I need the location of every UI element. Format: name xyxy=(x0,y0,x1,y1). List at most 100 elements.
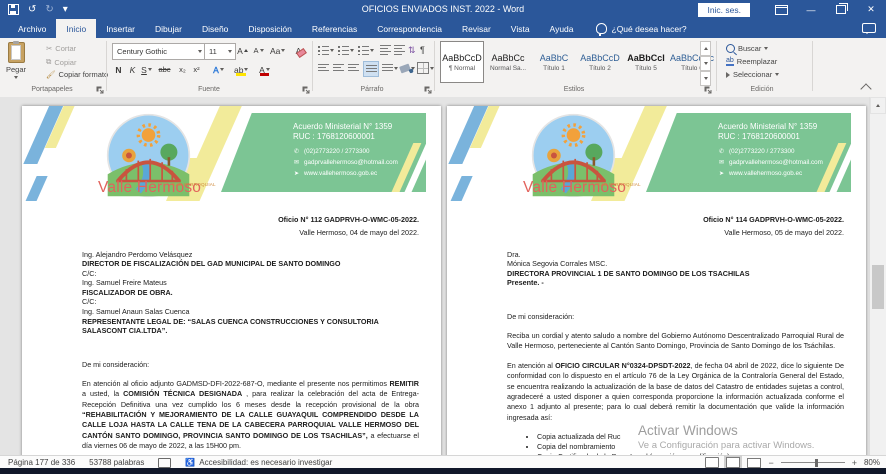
web-layout-icon[interactable] xyxy=(747,458,761,468)
sign-in-button[interactable]: Inic. ses. xyxy=(698,3,750,17)
zoom-in-button[interactable]: + xyxy=(852,458,857,468)
letterhead: Acuerdo Ministerial N° 1359 RUC : 176812… xyxy=(447,106,866,201)
close-button[interactable]: ✕ xyxy=(856,0,886,19)
show-marks-button[interactable]: ¶ xyxy=(420,43,425,57)
underline-button[interactable]: S xyxy=(140,62,153,77)
cut-button[interactable]: ✂Cortar xyxy=(46,44,76,53)
letter-content[interactable]: Oficio N° 114 GADPRVH-O-WMC-05-2022. Val… xyxy=(447,201,866,455)
italic-button[interactable]: K xyxy=(126,62,139,77)
style-t-tulo-1[interactable]: AaBbCTítulo 1 xyxy=(532,41,576,83)
document-canvas[interactable]: Acuerdo Ministerial N° 1359 RUC : 176812… xyxy=(0,97,886,455)
outdent-icon xyxy=(380,45,391,55)
tab-dibujar[interactable]: Dibujar xyxy=(145,19,192,38)
highlight-button[interactable]: ab xyxy=(234,62,248,77)
line-spacing-button[interactable] xyxy=(382,61,398,75)
document-page-1[interactable]: Acuerdo Ministerial N° 1359 RUC : 176812… xyxy=(22,106,441,455)
style-t-tulo-2[interactable]: AaBbCcDTítulo 2 xyxy=(578,41,622,83)
read-mode-icon[interactable] xyxy=(705,457,719,468)
tab-referencias[interactable]: Referencias xyxy=(302,19,367,38)
bullets-button[interactable] xyxy=(318,43,334,57)
print-layout-icon[interactable] xyxy=(726,457,740,468)
recipient-line: Dra. xyxy=(507,250,844,260)
subscript-button[interactable]: x₂ xyxy=(176,62,189,77)
align-left-button[interactable] xyxy=(318,61,329,75)
letter-content[interactable]: Oficio N° 112 GADPRVH-O-WMC-05-2022. Val… xyxy=(22,201,441,455)
styles-more-icon[interactable] xyxy=(700,71,711,86)
restore-button[interactable] xyxy=(826,0,856,19)
align-center-button[interactable] xyxy=(333,61,344,75)
zoom-level[interactable]: 80% xyxy=(864,458,880,467)
tab-diseo[interactable]: Diseño xyxy=(192,19,238,38)
document-page-2[interactable]: Acuerdo Ministerial N° 1359 RUC : 176812… xyxy=(447,106,866,455)
status-bar: Página 177 de 336 53788 palabras ♿ Acces… xyxy=(0,455,886,469)
windows-taskbar[interactable] xyxy=(0,468,886,474)
dialog-launcher-icon[interactable] xyxy=(96,86,104,94)
letter-paragraph: En atención al OFICIO CIRCULAR N°0324-DP… xyxy=(507,361,844,423)
style-normal-sa-[interactable]: AaBbCcNormal Sa... xyxy=(486,41,530,83)
text-effects-button[interactable]: A xyxy=(212,62,225,77)
style-name: Título 5 xyxy=(635,65,657,72)
tab-archivo[interactable]: Archivo xyxy=(8,19,56,38)
scrollbar-thumb[interactable] xyxy=(872,265,884,309)
tab-correspondencia[interactable]: Correspondencia xyxy=(367,19,452,38)
minimize-button[interactable]: — xyxy=(796,0,826,19)
font-size-combo[interactable]: 11 xyxy=(204,43,236,60)
tab-disposicin[interactable]: Disposición xyxy=(238,19,301,38)
change-case-button[interactable]: Aa xyxy=(270,43,285,58)
align-right-button[interactable] xyxy=(348,61,359,75)
oficio-number: Oficio N° 112 GADPRVH-O-WMC-05-2022. xyxy=(82,215,419,224)
tab-ayuda[interactable]: Ayuda xyxy=(540,19,584,38)
shading-button[interactable] xyxy=(400,61,415,75)
chevron-down-icon xyxy=(370,49,374,52)
paste-dropdown-icon[interactable] xyxy=(14,76,18,79)
dialog-launcher-icon[interactable] xyxy=(302,86,310,94)
style-t-tulo-5[interactable]: AaBbCcITítulo 5 xyxy=(624,41,668,83)
strikethrough-button[interactable]: abc xyxy=(158,62,171,77)
multilevel-list-button[interactable] xyxy=(358,43,374,57)
tell-me-box[interactable]: ¿Qué desea hacer? xyxy=(584,19,687,38)
font-name-combo[interactable]: Century Gothic xyxy=(112,43,206,60)
dialog-launcher-icon[interactable] xyxy=(424,86,432,94)
phone-icon: ✆ xyxy=(718,147,725,157)
increase-indent-button[interactable] xyxy=(394,43,405,57)
decrease-indent-button[interactable] xyxy=(380,43,391,57)
clear-formatting-button[interactable]: A xyxy=(292,43,305,58)
select-button[interactable]: Seleccionar xyxy=(726,70,779,79)
numbering-button[interactable] xyxy=(338,43,354,57)
vertical-scrollbar[interactable] xyxy=(869,97,886,455)
grow-font-button[interactable]: A xyxy=(236,43,249,58)
tab-revisar[interactable]: Revisar xyxy=(452,19,501,38)
accessibility-status[interactable]: ♿ Accesibilidad: es necesario investigar xyxy=(185,458,332,467)
proofing-icon[interactable] xyxy=(158,458,171,468)
comments-icon[interactable] xyxy=(862,23,876,33)
tab-insertar[interactable]: Insertar xyxy=(96,19,145,38)
styles-scroll-down-icon[interactable] xyxy=(700,56,711,71)
zoom-out-button[interactable]: − xyxy=(768,458,773,468)
ribbon-display-options-button[interactable] xyxy=(766,0,796,19)
dialog-launcher-icon[interactable] xyxy=(704,86,712,94)
tab-vista[interactable]: Vista xyxy=(501,19,540,38)
word-count[interactable]: 53788 palabras xyxy=(89,458,144,467)
scroll-up-icon[interactable] xyxy=(870,97,886,114)
ribbon-tab-row: ArchivoInicioInsertarDibujarDiseñoDispos… xyxy=(0,19,886,38)
zoom-slider[interactable] xyxy=(781,462,845,463)
font-color-button[interactable]: A xyxy=(258,62,271,77)
styles-scroll-up-icon[interactable] xyxy=(700,41,711,56)
superscript-button[interactable]: x² xyxy=(190,62,203,77)
indent-icon xyxy=(394,45,405,55)
tab-inicio[interactable]: Inicio xyxy=(56,19,96,38)
find-button[interactable]: Buscar xyxy=(726,44,768,53)
borders-button[interactable] xyxy=(417,61,434,75)
shrink-font-button[interactable]: A xyxy=(252,43,265,58)
sort-button[interactable]: ⇅ xyxy=(408,43,416,57)
paste-button[interactable]: Pegar xyxy=(6,42,26,79)
format-painter-button[interactable]: 🖌Copiar formato xyxy=(46,70,108,79)
copy-button[interactable]: ⧉Copiar xyxy=(46,57,76,67)
replace-button[interactable]: abReemplazar xyxy=(726,57,777,66)
justify-button[interactable] xyxy=(363,61,379,77)
zoom-slider-thumb[interactable] xyxy=(815,459,818,467)
collapse-ribbon-icon[interactable] xyxy=(860,83,871,94)
style--normal[interactable]: AaBbCcD¶ Normal xyxy=(440,41,484,83)
bold-button[interactable]: N xyxy=(112,62,125,77)
page-indicator[interactable]: Página 177 de 336 xyxy=(8,458,75,467)
